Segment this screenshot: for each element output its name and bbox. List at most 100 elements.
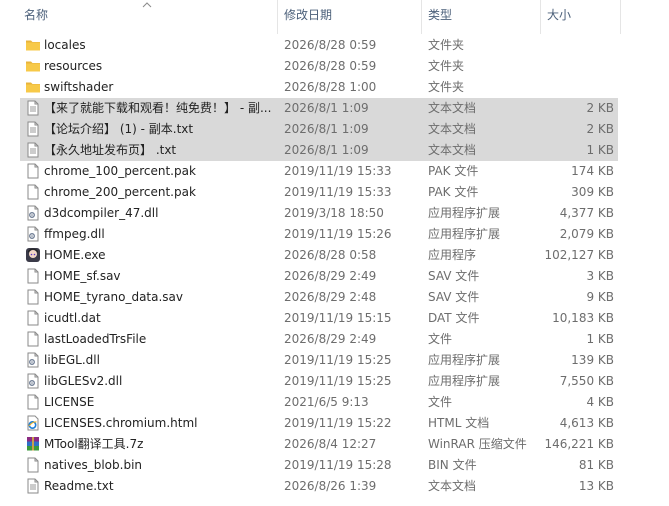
file-type: 应用程序扩展: [428, 353, 501, 367]
file-row[interactable]: MTool翻译工具.7z 2026/8/4 12:27 WinRAR 压缩文件 146…: [20, 434, 618, 455]
file-modified-date: 2019/11/19 15:33: [284, 164, 392, 178]
file-type: PAK 文件: [428, 185, 479, 199]
file-row[interactable]: 【永久地址发布页】 .txt 2026/8/1 1:09 文本文档 1 KB: [20, 140, 618, 161]
file-row[interactable]: libGLESv2.dll 2019/11/19 15:25 应用程序扩展 7,550…: [20, 371, 618, 392]
file-size: 3 KB: [586, 269, 614, 283]
file-row[interactable]: lastLoadedTrsFile 2026/8/29 2:49 文件 1 KB: [20, 329, 618, 350]
column-divider[interactable]: [620, 0, 621, 34]
file-name: chrome_200_percent.pak: [44, 185, 196, 199]
file-type: 文本文档: [428, 122, 477, 136]
file-row[interactable]: Readme.txt 2026/8/26 1:39 文本文档 13 KB: [20, 476, 618, 497]
file-type: DAT 文件: [428, 311, 480, 325]
file-row[interactable]: LICENSES.chromium.html 2019/11/19 15:22 HT…: [20, 413, 618, 434]
file-modified-date: 2026/8/4 12:27: [284, 437, 377, 451]
file-type: 应用程序: [428, 248, 477, 262]
file-type: BIN 文件: [428, 458, 477, 472]
file-type: 文件夹: [428, 80, 465, 94]
file-name: icudtl.dat: [44, 311, 101, 325]
file-name: 【永久地址发布页】 .txt: [44, 143, 177, 157]
file-name: ffmpeg.dll: [44, 227, 105, 241]
file-size: 4 KB: [586, 395, 614, 409]
dll-icon: [25, 226, 41, 242]
column-header-type[interactable]: 类型: [428, 0, 538, 34]
file-type: 应用程序扩展: [428, 206, 501, 220]
file-type: 文件: [428, 332, 453, 346]
file-row[interactable]: icudtl.dat 2019/11/19 15:15 DAT 文件 10,183 K…: [20, 308, 618, 329]
file-name: d3dcompiler_47.dll: [44, 206, 159, 220]
file-name: natives_blob.bin: [44, 458, 143, 472]
file-type: SAV 文件: [428, 269, 480, 283]
file-modified-date: 2026/8/29 2:49: [284, 332, 377, 346]
file-row[interactable]: locales 2026/8/28 0:59 文件夹: [20, 35, 618, 56]
file-modified-date: 2026/8/28 0:58: [284, 248, 377, 262]
file-row[interactable]: chrome_200_percent.pak 2019/11/19 15:33 PA…: [20, 182, 618, 203]
ie-html-icon: [25, 415, 41, 431]
file-size: 2 KB: [586, 101, 614, 115]
file-modified-date: 2019/11/19 15:25: [284, 374, 392, 388]
file-type: 应用程序扩展: [428, 374, 501, 388]
file-modified-date: 2019/11/19 15:25: [284, 353, 392, 367]
file-size: 139 KB: [571, 353, 614, 367]
file-row[interactable]: LICENSE 2021/6/5 9:13 文件 4 KB: [20, 392, 618, 413]
file-size: 13 KB: [578, 479, 614, 493]
file-icon: [25, 289, 41, 305]
file-name: libEGL.dll: [44, 353, 100, 367]
column-divider[interactable]: [277, 0, 278, 34]
file-size: 2,079 KB: [559, 227, 614, 241]
file-modified-date: 2026/8/1 1:09: [284, 101, 369, 115]
file-modified-date: 2019/11/19 15:26: [284, 227, 392, 241]
file-type: 文件夹: [428, 59, 465, 73]
file-type: 文本文档: [428, 143, 477, 157]
file-modified-date: 2026/8/1 1:09: [284, 143, 369, 157]
file-row[interactable]: swiftshader 2026/8/28 1:00 文件夹: [20, 77, 618, 98]
file-modified-date: 2019/11/19 15:33: [284, 185, 392, 199]
file-size: 102,127 KB: [544, 248, 614, 262]
file-modified-date: 2019/11/19 15:15: [284, 311, 392, 325]
file-row[interactable]: resources 2026/8/28 0:59 文件夹: [20, 56, 618, 77]
file-icon: [25, 163, 41, 179]
file-row[interactable]: 【论坛介绍】 (1) - 副本.txt 2026/8/1 1:09 文本文档 2 KB: [20, 119, 618, 140]
file-modified-date: 2026/8/28 0:59: [284, 38, 377, 52]
file-name: resources: [44, 59, 103, 73]
file-modified-date: 2026/8/28 0:59: [284, 59, 377, 73]
file-row[interactable]: HOME_tyrano_data.sav 2026/8/29 2:48 SAV 文件…: [20, 287, 618, 308]
file-modified-date: 2019/11/19 15:22: [284, 416, 392, 430]
file-icon: [25, 331, 41, 347]
column-divider[interactable]: [421, 0, 422, 34]
file-modified-date: 2026/8/1 1:09: [284, 122, 369, 136]
file-name: HOME_tyrano_data.sav: [44, 290, 183, 304]
text-file-icon: [25, 142, 41, 158]
file-row[interactable]: natives_blob.bin 2019/11/19 15:28 BIN 文件 81…: [20, 455, 618, 476]
file-row[interactable]: 【来了就能下载和观看！纯免费！】 - 副... 2026/8/1 1:09 文本文档…: [20, 98, 618, 119]
column-divider[interactable]: [540, 0, 541, 34]
file-row[interactable]: HOME.exe 2026/8/28 0:58 应用程序 102,127 KB: [20, 245, 618, 266]
file-row[interactable]: libEGL.dll 2019/11/19 15:25 应用程序扩展 139 KB: [20, 350, 618, 371]
file-size: 174 KB: [571, 164, 614, 178]
file-row[interactable]: d3dcompiler_47.dll 2019/3/18 18:50 应用程序扩展 4…: [20, 203, 618, 224]
file-row[interactable]: HOME_sf.sav 2026/8/29 2:49 SAV 文件 3 KB: [20, 266, 618, 287]
file-type: 应用程序扩展: [428, 227, 501, 241]
file-type: 文本文档: [428, 479, 477, 493]
file-modified-date: 2026/8/29 2:48: [284, 290, 377, 304]
file-name: chrome_100_percent.pak: [44, 164, 196, 178]
file-modified-date: 2026/8/28 1:00: [284, 80, 377, 94]
file-type: WinRAR 压缩文件: [428, 437, 527, 451]
file-modified-date: 2021/6/5 9:13: [284, 395, 369, 409]
winrar-archive-icon: [25, 436, 41, 452]
file-size: 309 KB: [571, 185, 614, 199]
file-size: 146,221 KB: [544, 437, 614, 451]
column-header-modified[interactable]: 修改日期: [284, 0, 419, 34]
file-row[interactable]: chrome_100_percent.pak 2019/11/19 15:33 PA…: [20, 161, 618, 182]
folder-icon: [25, 37, 41, 53]
column-header-size[interactable]: 大小: [547, 0, 617, 34]
column-header-name[interactable]: 名称: [24, 0, 274, 34]
file-type: 文本文档: [428, 101, 477, 115]
file-modified-date: 2019/11/19 15:28: [284, 458, 392, 472]
file-name: swiftshader: [44, 80, 114, 94]
app-exe-icon: [25, 247, 41, 263]
text-file-icon: [25, 478, 41, 494]
file-name: libGLESv2.dll: [44, 374, 123, 388]
file-size: 1 KB: [586, 143, 614, 157]
file-type: SAV 文件: [428, 290, 480, 304]
file-row[interactable]: ffmpeg.dll 2019/11/19 15:26 应用程序扩展 2,079 KB: [20, 224, 618, 245]
